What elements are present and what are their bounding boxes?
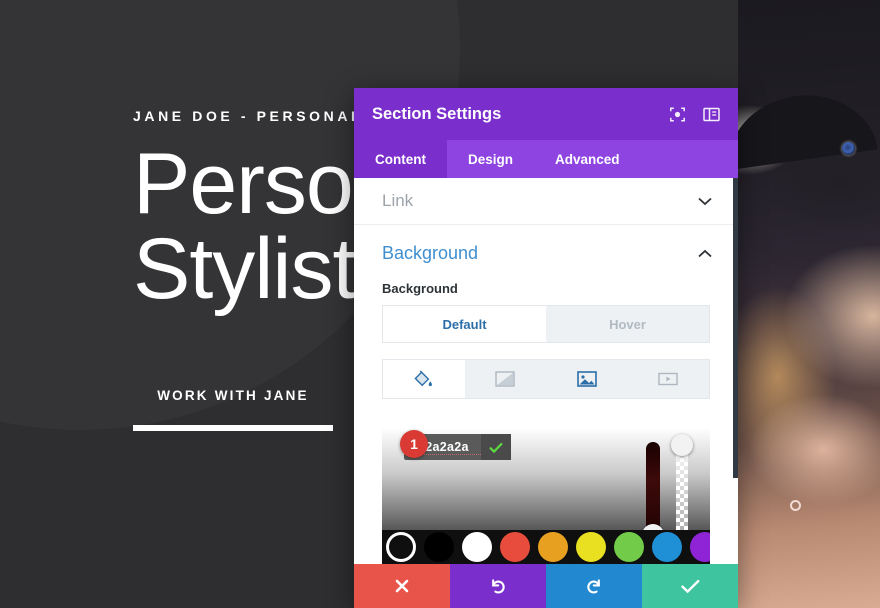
color-fill-icon[interactable] <box>383 360 465 398</box>
modal-title: Section Settings <box>372 104 502 123</box>
alpha-slider-handle[interactable] <box>671 434 693 456</box>
state-hover-button[interactable]: Hover <box>546 306 709 342</box>
modal-action-bar <box>354 564 738 608</box>
modal-body: Link Background Background Default Hover… <box>354 178 738 564</box>
background-type-bar <box>382 359 710 399</box>
focus-target-icon[interactable] <box>669 106 686 123</box>
undo-button[interactable] <box>450 564 546 608</box>
state-default-button[interactable]: Default <box>383 306 546 342</box>
modal-header: Section Settings <box>354 88 738 140</box>
step-badge-1: 1 <box>400 430 428 458</box>
eye-detail <box>842 142 855 155</box>
redo-button[interactable] <box>546 564 642 608</box>
swatch-red[interactable] <box>500 532 530 562</box>
modal-header-icons <box>669 106 720 123</box>
undo-icon <box>492 579 505 594</box>
swatch-transparent[interactable] <box>386 532 416 562</box>
swatch-orange[interactable] <box>538 532 568 562</box>
hat-brim-shape <box>720 85 878 171</box>
swatch-green[interactable] <box>614 532 644 562</box>
hero-cta-label: WORK WITH JANE <box>157 388 309 403</box>
section-background-label: Background <box>382 242 479 263</box>
image-icon[interactable] <box>546 360 628 398</box>
swatch-blue[interactable] <box>652 532 682 562</box>
chevron-up-icon[interactable] <box>698 249 712 258</box>
panel-layout-icon[interactable] <box>703 106 720 123</box>
section-background-header[interactable]: Background <box>354 225 738 281</box>
video-icon[interactable] <box>628 360 710 398</box>
swatch-yellow[interactable] <box>576 532 606 562</box>
section-link-label: Link <box>382 191 414 210</box>
modal-scrollbar[interactable] <box>733 178 738 478</box>
swatch-black[interactable] <box>424 532 454 562</box>
hex-confirm-icon[interactable] <box>480 434 511 460</box>
redo-icon <box>587 579 600 594</box>
chevron-down-icon[interactable] <box>698 197 712 206</box>
section-settings-modal: Section Settings Content Design Advanced… <box>354 88 738 608</box>
color-swatch-row <box>382 530 710 564</box>
hero-portrait-photo <box>720 0 880 608</box>
hero-cta[interactable]: WORK WITH JANE <box>133 388 333 431</box>
tab-design[interactable]: Design <box>447 140 534 178</box>
tab-content[interactable]: Content <box>354 140 447 178</box>
save-button[interactable] <box>642 564 738 608</box>
check-icon <box>680 579 699 593</box>
gradient-icon[interactable] <box>465 360 547 398</box>
background-state-toggle: Default Hover <box>382 305 710 343</box>
swatch-purple[interactable] <box>690 532 710 562</box>
background-field-label: Background <box>382 281 458 296</box>
section-link-row[interactable]: Link <box>354 178 738 225</box>
tab-advanced[interactable]: Advanced <box>534 140 641 178</box>
screenshot-root: JANE DOE - PERSONAL Perso Stylist WORK W… <box>0 0 880 608</box>
hero-cta-underline <box>133 425 333 431</box>
color-picker: 1 #2a2a2a <box>382 428 710 564</box>
swatch-white[interactable] <box>462 532 492 562</box>
modal-tabbar: Content Design Advanced <box>354 140 738 178</box>
cancel-button[interactable] <box>354 564 450 608</box>
ring-detail <box>790 500 801 511</box>
close-icon <box>395 579 409 593</box>
